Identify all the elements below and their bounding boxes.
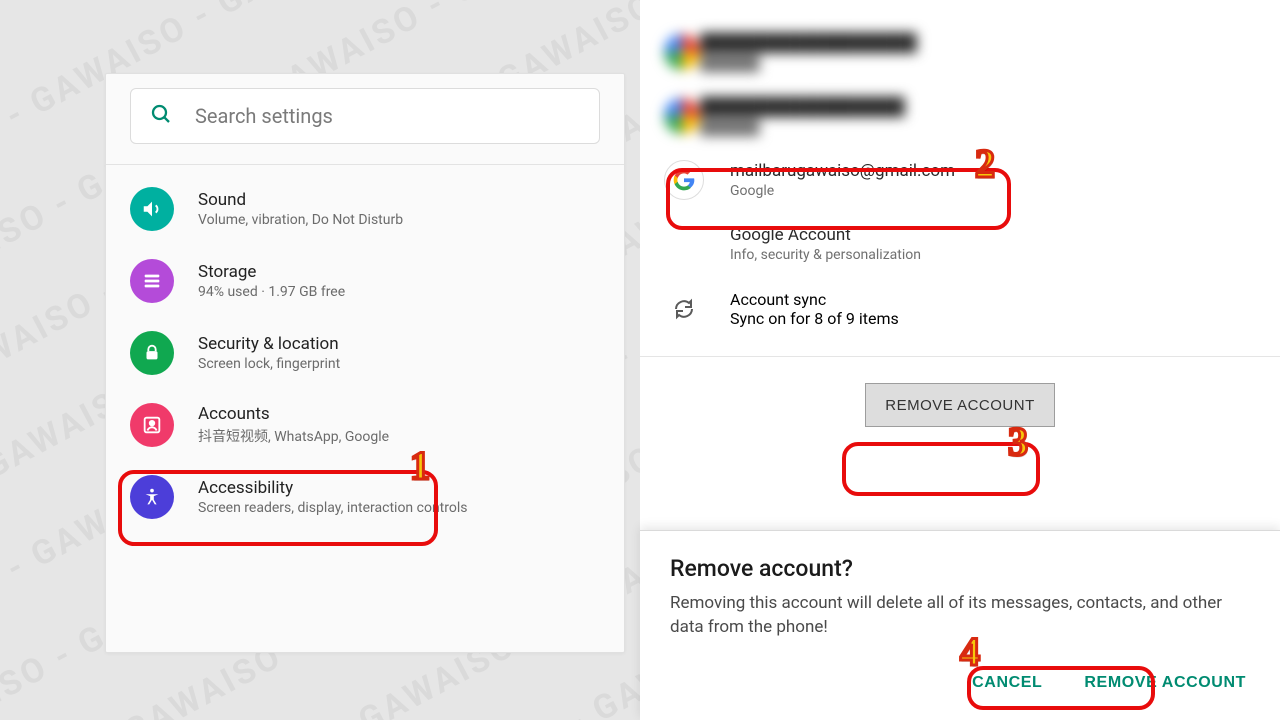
row-title: Account sync: [730, 290, 899, 309]
settings-item-title: Accessibility: [198, 478, 467, 498]
settings-item-title: Security & location: [198, 334, 340, 354]
settings-item-subtitle: Screen lock, fingerprint: [198, 356, 340, 372]
settings-item-subtitle: 抖音短视频, WhatsApp, Google: [198, 426, 389, 446]
confirm-remove-button[interactable]: REMOVE ACCOUNT: [1080, 668, 1250, 698]
settings-item-subtitle: 94% used · 1.97 GB free: [198, 284, 345, 300]
cancel-button[interactable]: CANCEL: [968, 668, 1046, 698]
settings-item-subtitle: Screen readers, display, interaction con…: [198, 500, 467, 516]
dialog-body: Removing this account will delete all of…: [670, 592, 1250, 640]
settings-item-accessibility[interactable]: Accessibility Screen readers, display, i…: [106, 461, 624, 533]
google-icon: [664, 160, 704, 200]
remove-account-button[interactable]: REMOVE ACCOUNT: [865, 383, 1055, 427]
row-subtitle: Sync on for 8 of 9 items: [730, 309, 899, 328]
search-placeholder: Search settings: [195, 104, 333, 128]
accounts-icon: [130, 403, 174, 447]
settings-item-title: Accounts: [198, 404, 389, 424]
settings-item-title: Storage: [198, 262, 345, 282]
account-sync-row[interactable]: Account sync Sync on for 8 of 9 items: [640, 276, 1280, 342]
divider: [106, 164, 624, 165]
row-subtitle: Info, security & personalization: [730, 247, 921, 263]
search-input[interactable]: Search settings: [130, 88, 600, 144]
dialog-title: Remove account?: [670, 555, 1250, 582]
settings-item-subtitle: Volume, vibration, Do Not Disturb: [198, 212, 403, 228]
accessibility-icon: [130, 475, 174, 519]
row-title: Google Account: [730, 225, 921, 245]
account-row-selected[interactable]: mailbarugawaiso@gmail.com Google: [640, 148, 1280, 212]
lock-icon: [130, 331, 174, 375]
google-account-row[interactable]: Google Account Info, security & personal…: [640, 212, 1280, 276]
google-icon: [664, 98, 700, 134]
account-email: mailbarugawaiso@gmail.com: [730, 161, 955, 181]
account-provider: Google: [730, 183, 955, 199]
settings-item-storage[interactable]: Storage 94% used · 1.97 GB free: [106, 245, 624, 317]
search-icon: [149, 102, 173, 130]
settings-item-sound[interactable]: Sound Volume, vibration, Do Not Disturb: [106, 173, 624, 245]
settings-item-accounts[interactable]: Accounts 抖音短视频, WhatsApp, Google: [106, 389, 624, 461]
settings-item-title: Sound: [198, 190, 403, 210]
divider: [640, 356, 1280, 357]
remove-account-dialog: Remove account? Removing this account wi…: [640, 530, 1280, 720]
sound-icon: [130, 187, 174, 231]
sync-icon: [664, 297, 704, 321]
storage-icon: [130, 259, 174, 303]
account-row-blurred[interactable]: ██████████████████ ██████: [640, 20, 1280, 84]
google-icon: [664, 34, 700, 70]
account-row-blurred[interactable]: █████████████████ ██████: [640, 84, 1280, 148]
settings-item-security[interactable]: Security & location Screen lock, fingerp…: [106, 317, 624, 389]
settings-panel: Search settings Sound Volume, vibration,…: [105, 73, 625, 653]
